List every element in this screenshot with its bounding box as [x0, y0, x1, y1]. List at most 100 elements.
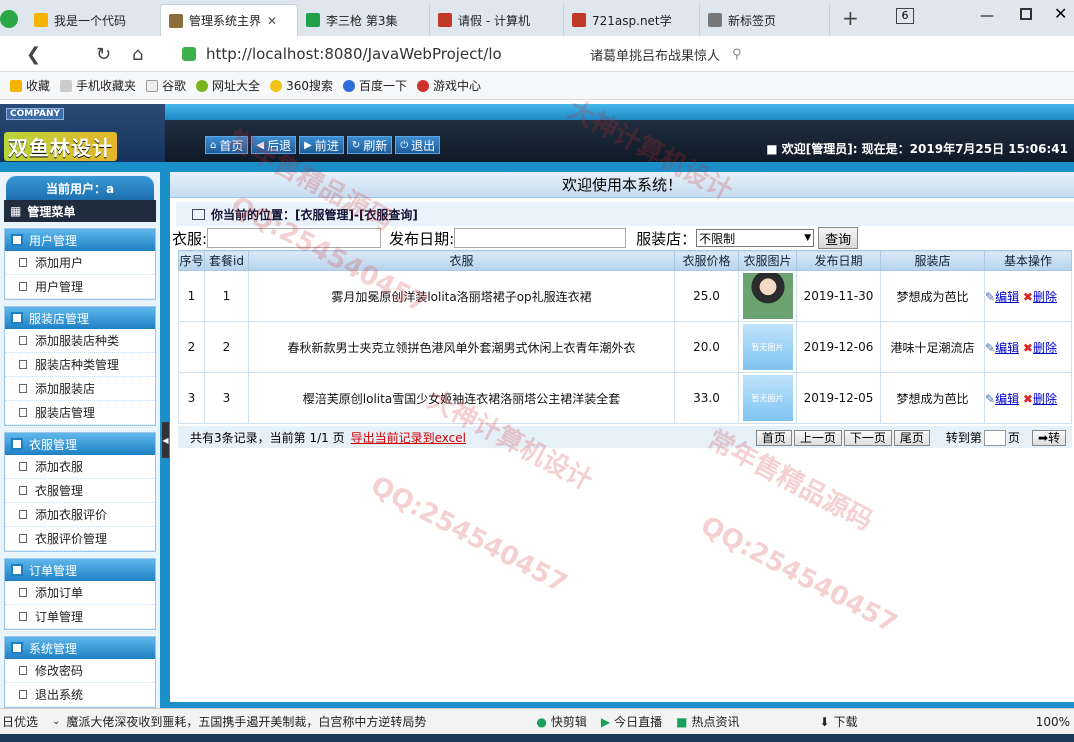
sidebar-item-review-manage[interactable]: 衣服评价管理: [5, 527, 155, 551]
no-image-placeholder[interactable]: 暂无图片: [742, 324, 793, 370]
prev-page-button[interactable]: 上一页: [793, 429, 842, 446]
tab-close-icon[interactable]: ✕: [267, 14, 277, 28]
menu-group-header[interactable]: 用户管理: [5, 229, 155, 251]
cell-image: [738, 270, 797, 322]
game-icon: [416, 79, 429, 92]
cell-price: 25.0: [674, 270, 739, 322]
tab-favicon-icon: [708, 13, 722, 27]
edit-link[interactable]: 编辑: [995, 341, 1019, 355]
delete-link[interactable]: 删除: [1033, 341, 1057, 355]
news-ticker[interactable]: 魔派大佬深夜收到噩耗，五国携手遏开美制裁，白宫称中方逆转局势: [66, 713, 496, 730]
edit-link[interactable]: 编辑: [995, 392, 1019, 406]
reload-icon[interactable]: ↻: [96, 44, 111, 65]
delete-link[interactable]: 删除: [1033, 392, 1057, 406]
sidebar-item-add-cloth[interactable]: 添加衣服: [5, 455, 155, 479]
menu-group-header[interactable]: 服装店管理: [5, 307, 155, 329]
edit-link[interactable]: 编辑: [995, 290, 1019, 304]
refresh-icon: ↻: [351, 139, 361, 151]
last-page-button[interactable]: 尾页: [893, 429, 930, 446]
delete-x-icon: ✖: [1022, 289, 1033, 304]
maximize-button[interactable]: [1020, 8, 1032, 20]
export-excel-link[interactable]: 导出当前记录到excel: [351, 429, 466, 446]
menu-group-header[interactable]: 系统管理: [5, 637, 155, 659]
sidebar-item-label: 订单管理: [35, 610, 84, 624]
cell-no: 1: [178, 270, 205, 322]
status-item-edit[interactable]: ● 快剪辑: [536, 713, 587, 730]
browser-logo-icon[interactable]: [0, 10, 18, 28]
minimize-button[interactable]: —: [980, 8, 994, 24]
no-image-placeholder[interactable]: 暂无图片: [742, 375, 793, 421]
sidebar-item-shop-manage[interactable]: 服装店管理: [5, 401, 155, 425]
browser-tab-5[interactable]: 721asp.net学: [564, 4, 700, 36]
close-window-button[interactable]: ✕: [1054, 4, 1067, 23]
doc-icon: [19, 462, 27, 471]
sidebar-item-label: 添加用户: [35, 256, 84, 270]
cell-shop: 港味十足潮流店: [880, 321, 985, 373]
browser-search-input[interactable]: 诸葛单挑吕布战果惊人 ⚲: [582, 42, 782, 66]
sidebar-item-label: 添加衣服评价: [35, 508, 108, 522]
menu-group-header[interactable]: 订单管理: [5, 559, 155, 581]
sidebar-item-add-shop[interactable]: 添加服装店: [5, 377, 155, 401]
url-input[interactable]: http://localhost:8080/JavaWebProject/lo: [182, 42, 572, 66]
cloth-photo[interactable]: [742, 273, 793, 319]
page-number-input[interactable]: [983, 429, 1006, 446]
cell-image: 暂无图片: [738, 321, 797, 373]
browser-tab-6[interactable]: 新标签页: [700, 4, 830, 36]
bookmark-label: 收藏: [26, 79, 51, 93]
pencil-icon: ✎: [985, 391, 996, 406]
bookmark-baidu[interactable]: 百度一下: [342, 77, 407, 94]
sidebar-item-change-password[interactable]: 修改密码: [5, 659, 155, 683]
date-input[interactable]: [454, 228, 627, 248]
browser-tab-4[interactable]: 请假 - 计算机: [430, 4, 564, 36]
new-tab-button[interactable]: +: [842, 6, 859, 30]
sidebar-item-add-review[interactable]: 添加衣服评价: [5, 503, 155, 527]
sidebar-collapse-handle[interactable]: ◀: [162, 422, 169, 458]
sidebar-item-user-manage[interactable]: 用户管理: [5, 275, 155, 299]
back-icon[interactable]: ❮: [26, 44, 41, 65]
logout-button[interactable]: ⏻ 退出: [395, 136, 441, 154]
sidebar-item-add-order[interactable]: 添加订单: [5, 581, 155, 605]
query-button[interactable]: 查询: [818, 227, 859, 249]
menu-group-header[interactable]: 衣服管理: [5, 433, 155, 455]
browser-tab-1[interactable]: 我是一个代码: [26, 4, 162, 36]
search-icon[interactable]: ⚲: [732, 47, 742, 62]
forward-button[interactable]: ▶ 前进: [299, 136, 344, 154]
bookmark-sites[interactable]: 网址大全: [196, 77, 260, 94]
sidebar-item-order-manage[interactable]: 订单管理: [5, 605, 155, 629]
bookmark-google[interactable]: 谷歌: [146, 77, 186, 94]
shop-select[interactable]: 不限制 ▼: [696, 229, 815, 247]
sidebar-item-add-user[interactable]: 添加用户: [5, 251, 155, 275]
browser-tab-2[interactable]: 管理系统主界 ✕: [160, 4, 298, 36]
sidebar-item-label: 修改密码: [35, 664, 84, 678]
status-item-live[interactable]: ▶ 今日直播: [601, 713, 662, 730]
refresh-button-label: 刷新: [363, 138, 388, 153]
goto-button[interactable]: ➡转: [1031, 429, 1066, 446]
sidebar-item-shop-type-manage[interactable]: 服装店种类管理: [5, 353, 155, 377]
sidebar-item-cloth-manage[interactable]: 衣服管理: [5, 479, 155, 503]
cloth-input[interactable]: [207, 228, 382, 248]
home-button[interactable]: ⌂ 首页: [205, 136, 249, 154]
col-shop: 服装店: [880, 250, 985, 271]
status-left[interactable]: 日优选: [2, 713, 38, 730]
home-icon[interactable]: ⌂: [132, 44, 143, 65]
bookmark-favorites[interactable]: 收藏: [10, 77, 50, 94]
delete-link[interactable]: 删除: [1033, 290, 1057, 304]
back-button[interactable]: ◀ 后退: [251, 136, 297, 154]
status-item-label: 今日直播: [614, 715, 663, 729]
first-page-button[interactable]: 首页: [755, 429, 792, 446]
bookmark-360[interactable]: 360搜索: [270, 77, 333, 94]
bookmark-mobile[interactable]: 手机收藏夹: [60, 77, 136, 94]
tab-count-badge[interactable]: 6: [896, 8, 914, 24]
search-filters: 衣服: 发布日期: 服装店： 不限制 ▼ 查询: [170, 226, 1074, 250]
refresh-button[interactable]: ↻ 刷新: [346, 136, 393, 154]
status-item-download[interactable]: ⬇ 下载: [820, 713, 858, 730]
sidebar-item-add-shop-type[interactable]: 添加服装店种类: [5, 329, 155, 353]
sidebar-item-logout[interactable]: 退出系统: [5, 683, 155, 707]
bookmark-label: 360搜索: [286, 79, 333, 93]
browser-tab-3[interactable]: 李三枪 第3集: [298, 4, 430, 36]
status-item-news[interactable]: ■ 热点资讯: [676, 713, 739, 730]
sidebar-item-label: 添加订单: [35, 586, 84, 600]
zoom-level[interactable]: 100%: [1036, 715, 1070, 729]
next-page-button[interactable]: 下一页: [843, 429, 892, 446]
bookmark-games[interactable]: 游戏中心: [416, 77, 481, 94]
